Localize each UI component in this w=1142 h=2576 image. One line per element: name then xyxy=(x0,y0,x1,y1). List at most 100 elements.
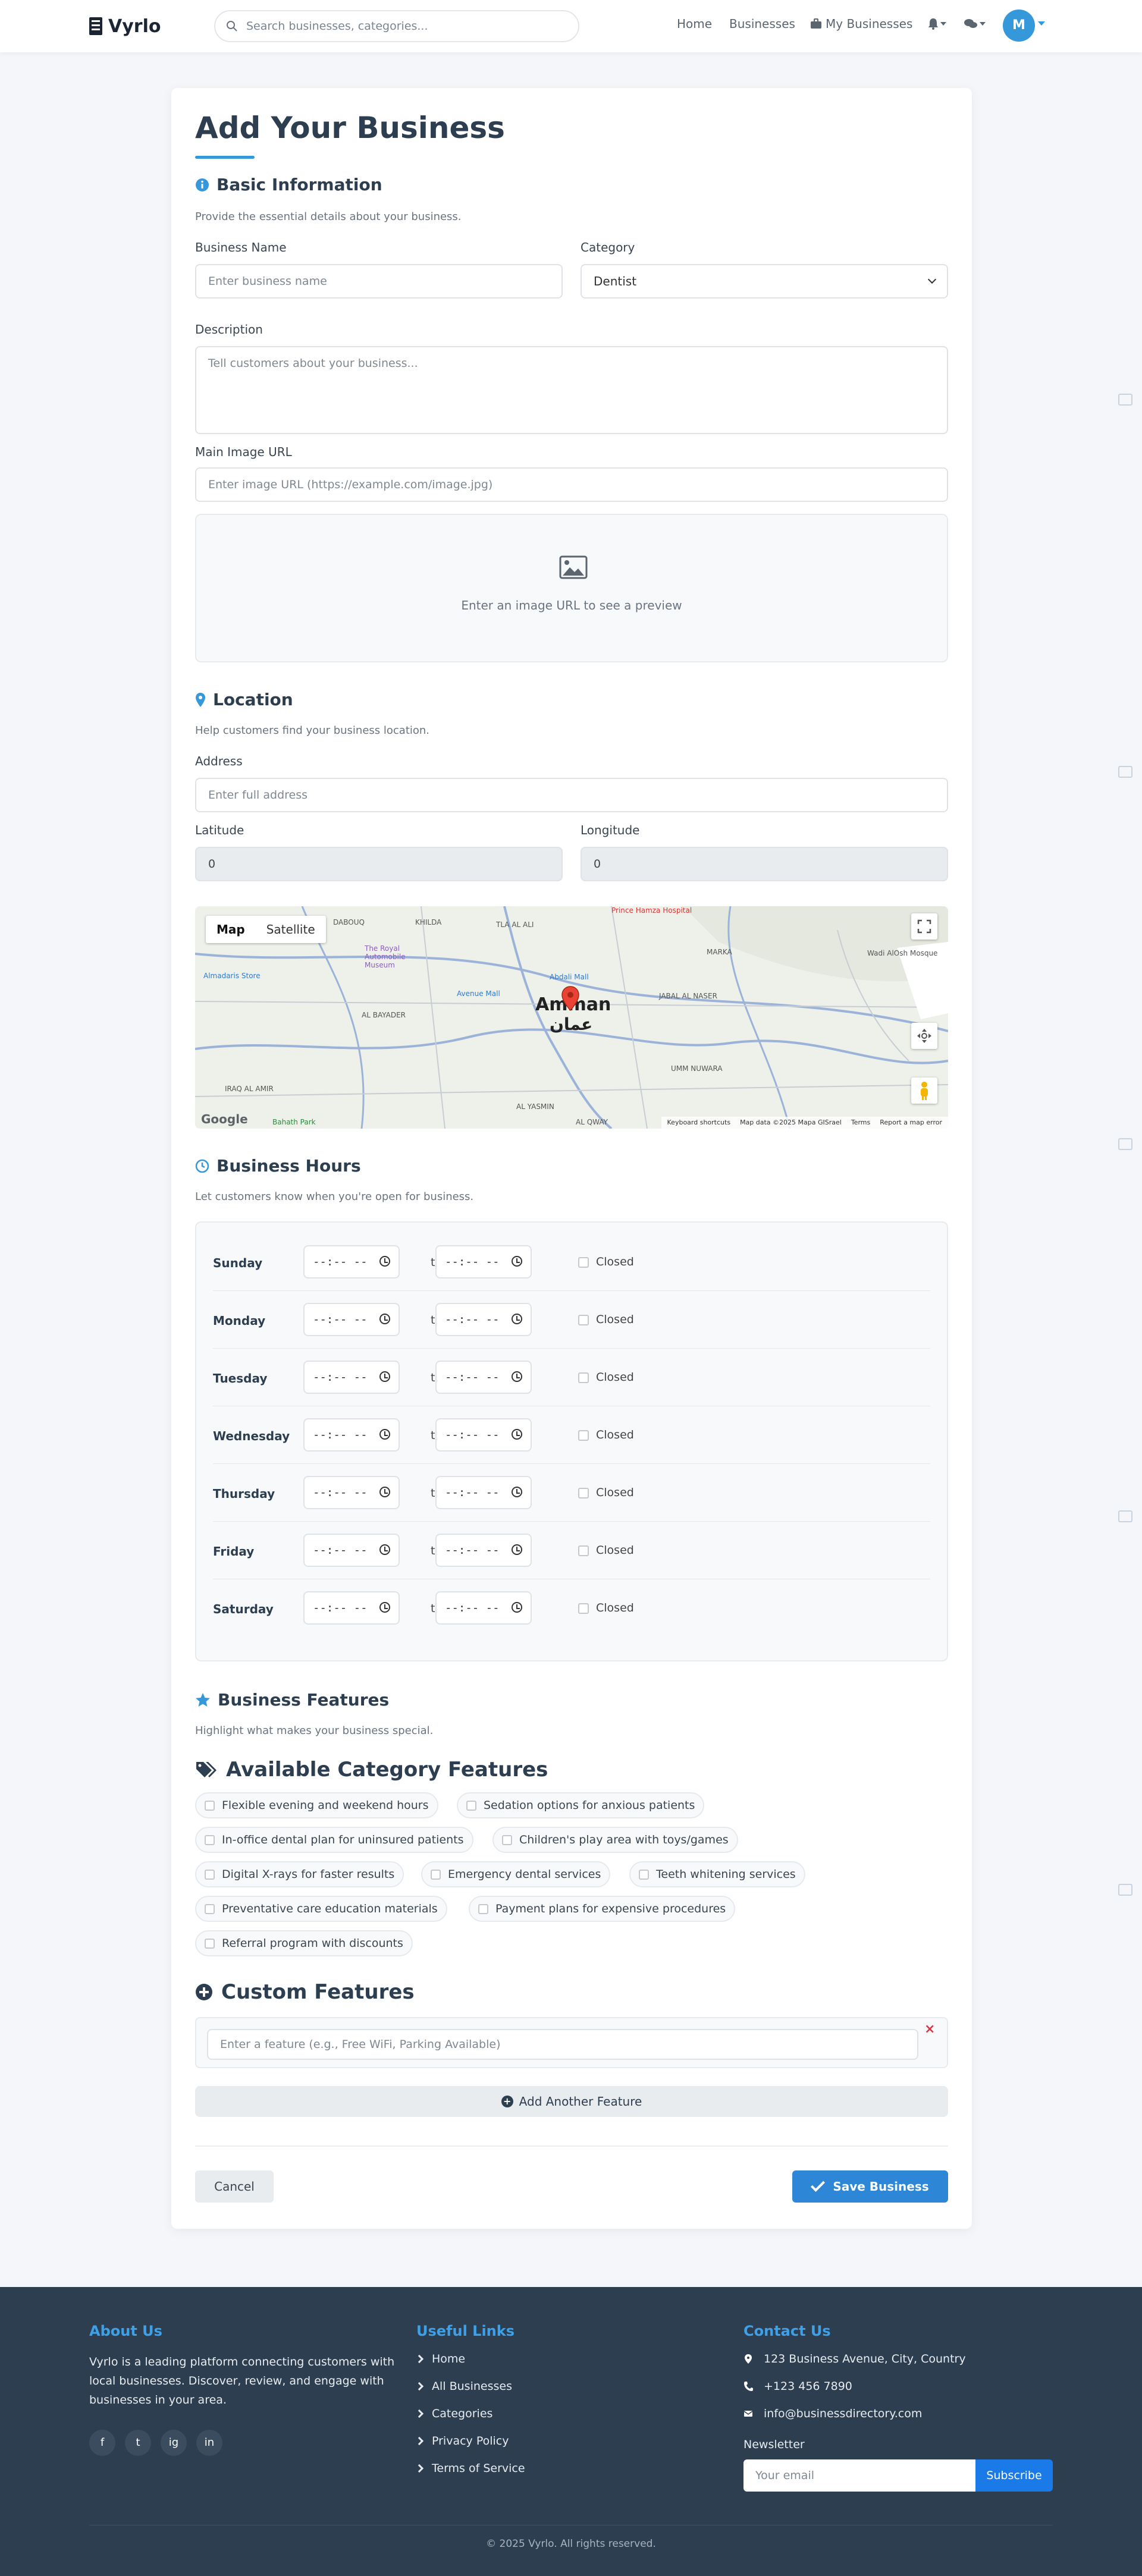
open-time-input[interactable]: --:-- -- xyxy=(303,1591,400,1625)
feature-checkbox[interactable] xyxy=(431,1869,441,1880)
footer-link-categories[interactable]: Categories xyxy=(415,2407,492,2420)
category-selected-value: Dentist xyxy=(594,274,637,288)
close-time-input[interactable]: --:-- -- xyxy=(435,1303,532,1336)
description-textarea[interactable] xyxy=(195,346,948,434)
map-report-error-link[interactable]: Report a map error xyxy=(880,1119,942,1127)
brand-logo[interactable]: Vyrlo xyxy=(89,14,161,38)
instagram-icon[interactable]: ig xyxy=(161,2430,187,2456)
footer-link-terms[interactable]: Terms of Service xyxy=(415,2462,525,2475)
footer-link-all-businesses[interactable]: All Businesses xyxy=(415,2380,512,2393)
feature-option[interactable]: Sedation options for anxious patients xyxy=(457,1792,705,1818)
closed-checkbox[interactable] xyxy=(578,1430,589,1441)
save-business-button[interactable]: Save Business xyxy=(792,2170,948,2203)
feature-checkbox[interactable] xyxy=(205,1869,215,1880)
map-street-view-button[interactable] xyxy=(911,1077,937,1104)
envelope-icon xyxy=(743,2411,753,2417)
side-feedback-icon[interactable] xyxy=(1118,766,1132,778)
closed-checkbox[interactable] xyxy=(578,1603,589,1614)
add-feature-button[interactable]: + Add Another Feature xyxy=(195,2086,948,2117)
facebook-icon[interactable]: f xyxy=(89,2430,115,2456)
feature-option[interactable]: Preventative care education materials xyxy=(195,1896,447,1922)
map-tab-map[interactable]: Map xyxy=(206,916,256,943)
linkedin-icon[interactable]: in xyxy=(196,2430,222,2456)
feature-checkbox[interactable] xyxy=(205,1800,215,1811)
feature-option[interactable]: Digital X-rays for faster results xyxy=(195,1861,404,1887)
feature-checkbox[interactable] xyxy=(205,1903,215,1914)
closed-label: Closed xyxy=(596,1371,634,1384)
cancel-button[interactable]: Cancel xyxy=(195,2170,274,2203)
open-time-input[interactable]: --:-- -- xyxy=(303,1303,400,1336)
open-time-input[interactable]: --:-- -- xyxy=(303,1476,400,1509)
side-feedback-icon[interactable] xyxy=(1118,394,1132,406)
category-select[interactable]: Dentist xyxy=(581,264,948,299)
closed-checkbox[interactable] xyxy=(578,1372,589,1383)
longitude-input[interactable] xyxy=(581,847,948,881)
close-time-input[interactable]: --:-- -- xyxy=(435,1418,532,1452)
closed-checkbox[interactable] xyxy=(578,1257,589,1268)
feature-option[interactable]: Flexible evening and weekend hours xyxy=(195,1792,438,1818)
closed-checkbox[interactable] xyxy=(578,1315,589,1325)
messages-dropdown[interactable] xyxy=(964,18,986,30)
close-time-input[interactable]: --:-- -- xyxy=(435,1245,532,1278)
feature-checkbox[interactable] xyxy=(478,1903,488,1914)
map-camera-control[interactable] xyxy=(911,1023,937,1049)
plus-circle-icon xyxy=(196,1984,212,2000)
latitude-input[interactable] xyxy=(195,847,563,881)
footer-link-home[interactable]: Home xyxy=(415,2352,465,2365)
map-marker-icon xyxy=(196,692,205,707)
address-input[interactable] xyxy=(195,778,948,812)
feature-checkbox[interactable] xyxy=(466,1800,476,1811)
nav-link-home[interactable]: Home xyxy=(677,17,712,31)
side-feedback-icon[interactable] xyxy=(1118,1138,1132,1150)
side-feedback-icon[interactable] xyxy=(1118,1510,1132,1522)
location-map[interactable]: Map Satellite Prince Hamza Hospital The … xyxy=(195,906,948,1129)
feature-option[interactable]: Teeth whitening services xyxy=(629,1861,805,1887)
feature-option[interactable]: Referral program with discounts xyxy=(195,1930,413,1956)
search-input[interactable] xyxy=(246,15,567,37)
close-time-input[interactable]: --:-- -- xyxy=(435,1534,532,1567)
close-time-input[interactable]: --:-- -- xyxy=(435,1591,532,1625)
open-time-input[interactable]: --:-- -- xyxy=(303,1534,400,1567)
open-time-input[interactable]: --:-- -- xyxy=(303,1418,400,1452)
feature-checkbox[interactable] xyxy=(502,1834,512,1845)
map-keyboard-shortcuts[interactable]: Keyboard shortcuts xyxy=(667,1119,731,1127)
footer-link-privacy[interactable]: Privacy Policy xyxy=(415,2434,509,2448)
feature-checkbox[interactable] xyxy=(205,1834,215,1845)
side-feedback-icon[interactable] xyxy=(1118,1884,1132,1896)
section-desc-basic: Provide the essential details about your… xyxy=(195,211,462,223)
chevron-down-icon[interactable] xyxy=(1038,21,1045,26)
address-label: Address xyxy=(195,754,243,768)
business-name-input[interactable] xyxy=(195,264,563,299)
user-avatar[interactable]: M xyxy=(1003,10,1035,42)
map-tab-satellite[interactable]: Satellite xyxy=(256,916,326,943)
map-pin-icon[interactable] xyxy=(561,986,579,1011)
close-time-input[interactable]: --:-- -- xyxy=(435,1476,532,1509)
feature-option[interactable]: In-office dental plan for uninsured pati… xyxy=(195,1827,473,1853)
image-url-input[interactable] xyxy=(195,467,948,502)
latitude-field-wrap xyxy=(195,847,563,881)
close-time-input[interactable]: --:-- -- xyxy=(435,1361,532,1394)
section-desc-features: Highlight what makes your business speci… xyxy=(195,1724,434,1737)
search-box xyxy=(214,10,579,42)
feature-checkbox[interactable] xyxy=(639,1869,649,1880)
twitter-icon[interactable]: t xyxy=(125,2430,151,2456)
feature-option[interactable]: Children's play area with toys/games xyxy=(492,1827,738,1853)
open-time-input[interactable]: --:-- -- xyxy=(303,1361,400,1394)
nav-link-businesses[interactable]: Businesses xyxy=(729,17,795,31)
remove-feature-button[interactable]: × xyxy=(924,2023,935,2036)
newsletter-label: Newsletter xyxy=(743,2438,805,2451)
closed-checkbox[interactable] xyxy=(578,1545,589,1556)
open-time-input[interactable]: --:-- -- xyxy=(303,1245,400,1278)
closed-checkbox[interactable] xyxy=(578,1488,589,1499)
nav-link-my-businesses[interactable]: My Businesses xyxy=(810,17,912,31)
available-features-title-label: Available Category Features xyxy=(226,1758,548,1782)
feature-option[interactable]: Payment plans for expensive procedures xyxy=(469,1896,736,1922)
map-terms-link[interactable]: Terms xyxy=(851,1119,870,1127)
newsletter-email-input[interactable] xyxy=(743,2459,975,2492)
map-fullscreen-button[interactable] xyxy=(911,913,937,940)
notifications-dropdown[interactable] xyxy=(928,18,946,30)
feature-checkbox[interactable] xyxy=(205,1938,215,1949)
custom-feature-input[interactable] xyxy=(207,2029,918,2060)
subscribe-button[interactable]: Subscribe xyxy=(975,2459,1053,2492)
feature-option[interactable]: Emergency dental services xyxy=(421,1861,611,1887)
